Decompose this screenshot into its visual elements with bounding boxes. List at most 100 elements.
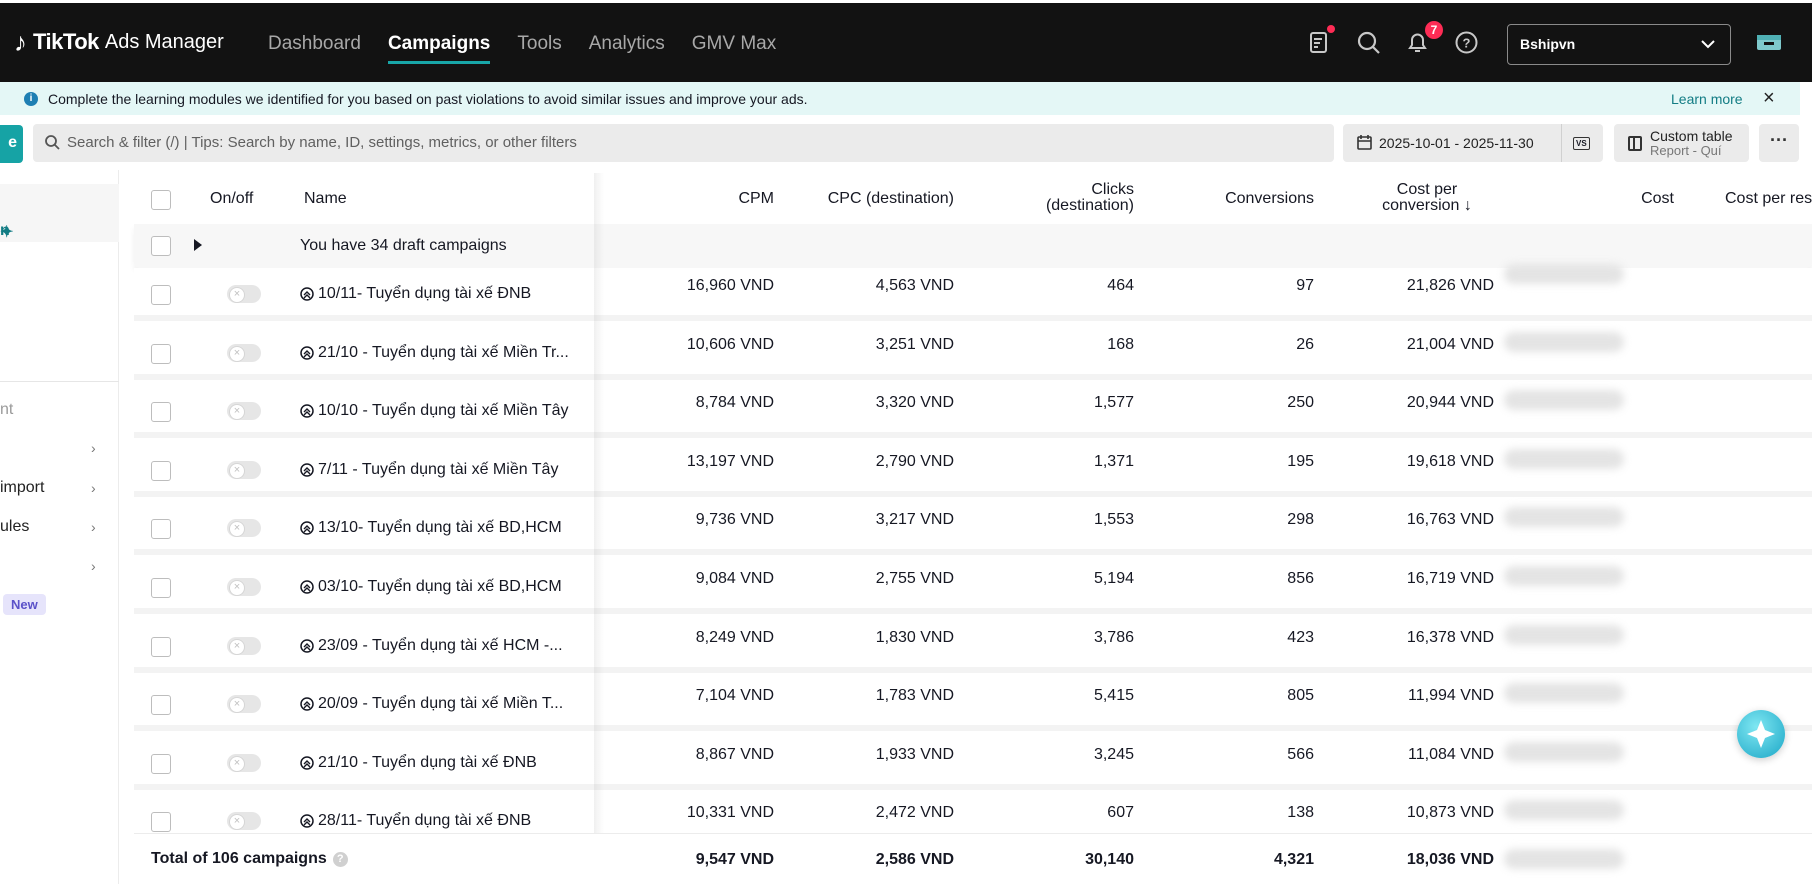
date-range-value: 2025-10-01 - 2025-11-30 <box>1379 135 1534 151</box>
campaign-name[interactable]: 10/10 - Tuyển dụng tài xế Miền Tây <box>300 402 569 420</box>
row-checkbox[interactable] <box>151 578 171 598</box>
column-header-cost-per-result[interactable]: Cost per res <box>1725 190 1812 208</box>
redacted-cost <box>1504 507 1624 528</box>
campaign-status-toggle[interactable] <box>227 812 261 831</box>
table-row[interactable]: 03/10- Tuyển dụng tài xế BD,HCM 9,084 VND… <box>134 561 1812 614</box>
campaign-status-toggle[interactable] <box>227 343 261 362</box>
campaign-status-toggle[interactable] <box>227 402 261 421</box>
campaign-status-toggle[interactable] <box>227 578 261 596</box>
campaign-status-toggle[interactable] <box>227 285 261 303</box>
row-checkbox[interactable] <box>151 460 171 481</box>
table-row[interactable]: 10/11- Tuyển dụng tài xế ĐNB 16,960 VND 4,… <box>134 264 1812 321</box>
row-checkbox[interactable] <box>151 402 171 423</box>
sidebar-item-rules[interactable]: ules <box>0 518 29 536</box>
tiktok-ads-manager-logo[interactable]: ♪ TikTok Ads Manager <box>14 29 224 55</box>
column-header-cost-per-conversion[interactable]: Cost per conversion ↓ <box>1362 182 1492 214</box>
date-range-picker[interactable]: 2025-10-01 - 2025-11-30 <box>1343 124 1567 162</box>
cell-cpc: 3,217 VND <box>875 511 954 529</box>
expand-triangle-icon[interactable] <box>194 239 202 251</box>
cell-cost-per-conversion: 19,618 VND <box>1406 452 1494 470</box>
cell-conversions: 566 <box>1287 745 1314 763</box>
redacted-total-cost <box>1504 849 1624 869</box>
total-cpm: 9,547 VND <box>695 851 774 868</box>
campaign-status-toggle[interactable] <box>227 519 261 538</box>
row-checkbox[interactable] <box>151 753 171 774</box>
campaign-name[interactable]: 7/11 - Tuyển dụng tài xế Miền Tây <box>300 461 558 479</box>
campaign-name[interactable]: 21/10 - Tuyển dụng tài xế ĐNB <box>300 754 537 772</box>
row-checkbox[interactable] <box>151 285 171 305</box>
table-row[interactable]: 21/10 - Tuyển dụng tài xế ĐNB 8,867 VND 1,… <box>134 736 1812 790</box>
nav-gmv-max[interactable]: GMV Max <box>692 33 776 55</box>
learn-more-link[interactable]: Learn more <box>1671 91 1743 107</box>
row-checkbox[interactable] <box>151 812 171 833</box>
nav-dashboard[interactable]: Dashboard <box>268 33 361 55</box>
column-header-cpm[interactable]: CPM <box>654 190 774 208</box>
wallet-icon[interactable] <box>1756 31 1782 58</box>
table-row[interactable]: 7/11 - Tuyển dụng tài xế Miền Tây 13,197 … <box>134 443 1812 497</box>
search-filter-input[interactable]: Search & filter (/) | Tips: Search by na… <box>33 124 1334 162</box>
campaign-name[interactable]: 10/11- Tuyển dụng tài xế ĐNB <box>300 285 531 303</box>
column-header-cpc[interactable]: CPC (destination) <box>774 190 954 208</box>
row-checkbox[interactable] <box>151 519 171 540</box>
column-header-onoff[interactable]: On/off <box>210 190 253 208</box>
table-row[interactable]: 10/10 - Tuyển dụng tài xế Miền Tây 8,784 … <box>134 385 1812 439</box>
table-total-row: Total of 106 campaigns? 9,547 VND 2,586 … <box>134 833 1812 884</box>
cell-clicks: 1,553 <box>1093 511 1134 529</box>
account-selector[interactable]: Bshipvn <box>1507 24 1731 65</box>
table-row[interactable]: 20/09 - Tuyển dụng tài xế Miền T... 7,104… <box>134 678 1812 732</box>
ai-assistant-button[interactable] <box>1737 710 1785 758</box>
draft-row-checkbox[interactable] <box>151 236 171 256</box>
campaign-name[interactable]: 21/10 - Tuyển dụng tài xế Miền Tr... <box>300 344 569 362</box>
custom-table-label: Custom table <box>1650 128 1733 144</box>
nav-campaigns[interactable]: Campaigns <box>387 33 491 64</box>
task-checklist-icon[interactable] <box>1306 25 1335 56</box>
compare-button[interactable]: VS <box>1561 124 1603 162</box>
table-row[interactable]: 21/10 - Tuyển dụng tài xế Miền Tr... 10,6… <box>134 326 1812 380</box>
campaign-status-toggle[interactable] <box>227 695 261 714</box>
bell-icon[interactable]: 7 <box>1404 21 1443 56</box>
campaign-name-text: 21/10 - Tuyển dụng tài xế ĐNB <box>318 753 537 771</box>
help-icon[interactable]: ? <box>1453 29 1480 56</box>
chevron-right-icon[interactable]: › <box>91 519 96 535</box>
search-icon[interactable] <box>1355 29 1382 56</box>
campaign-objective-icon <box>300 580 314 594</box>
campaign-name[interactable]: 28/11- Tuyển dụng tài xế ĐNB <box>300 812 531 830</box>
clicks-header-line1: Clicks <box>1091 181 1134 198</box>
custom-table-button[interactable]: Custom table Report - Quí <box>1614 124 1749 162</box>
table-row[interactable]: 23/09 - Tuyển dụng tài xế HCM -... 8,249 … <box>134 619 1812 673</box>
cell-conversions: 423 <box>1287 628 1314 646</box>
column-header-clicks[interactable]: Clicks (destination) <box>994 182 1134 214</box>
select-all-checkbox[interactable] <box>151 190 171 210</box>
campaign-status-toggle[interactable] <box>227 460 261 479</box>
campaign-status-toggle[interactable] <box>227 753 261 772</box>
sidebar-item-import[interactable]: import <box>0 479 44 497</box>
more-options-button[interactable]: ··· <box>1759 124 1799 162</box>
chevron-right-icon[interactable]: › <box>91 440 96 456</box>
column-header-name[interactable]: Name <box>304 190 347 208</box>
row-checkbox[interactable] <box>151 695 171 716</box>
close-icon[interactable]: × <box>1763 87 1775 110</box>
redacted-cost <box>1504 683 1624 704</box>
table-row[interactable]: 13/10- Tuyển dụng tài xế BD,HCM 9,736 VND… <box>134 502 1812 556</box>
campaign-name[interactable]: 03/10- Tuyển dụng tài xế BD,HCM <box>300 578 562 596</box>
nav-analytics[interactable]: Analytics <box>589 33 665 55</box>
create-button[interactable]: e <box>0 125 23 163</box>
campaign-name[interactable]: 13/10- Tuyển dụng tài xế BD,HCM <box>300 519 562 537</box>
row-checkbox[interactable] <box>151 343 171 364</box>
campaign-status-toggle[interactable] <box>227 636 261 655</box>
nav-tools[interactable]: Tools <box>517 33 561 55</box>
draft-campaigns-row[interactable]: You have 34 draft campaigns <box>134 224 1812 268</box>
column-header-cost[interactable]: Cost <box>1554 190 1674 208</box>
sidebar-item-active[interactable]: n ✦ <box>0 184 119 242</box>
chevron-right-icon[interactable]: › <box>91 480 96 496</box>
left-sidebar: n ✦ nt › import › ules › › New <box>0 170 119 884</box>
cell-clicks: 607 <box>1107 804 1134 822</box>
sidebar-section-label: nt <box>0 401 14 418</box>
compare-vs-icon: VS <box>1573 137 1590 150</box>
chevron-right-icon[interactable]: › <box>91 558 96 574</box>
campaign-name[interactable]: 20/09 - Tuyển dụng tài xế Miền T... <box>300 695 563 713</box>
column-header-conversions[interactable]: Conversions <box>1154 190 1314 208</box>
row-checkbox[interactable] <box>151 636 171 657</box>
help-icon[interactable]: ? <box>332 851 348 867</box>
campaign-name[interactable]: 23/09 - Tuyển dụng tài xế HCM -... <box>300 637 563 655</box>
